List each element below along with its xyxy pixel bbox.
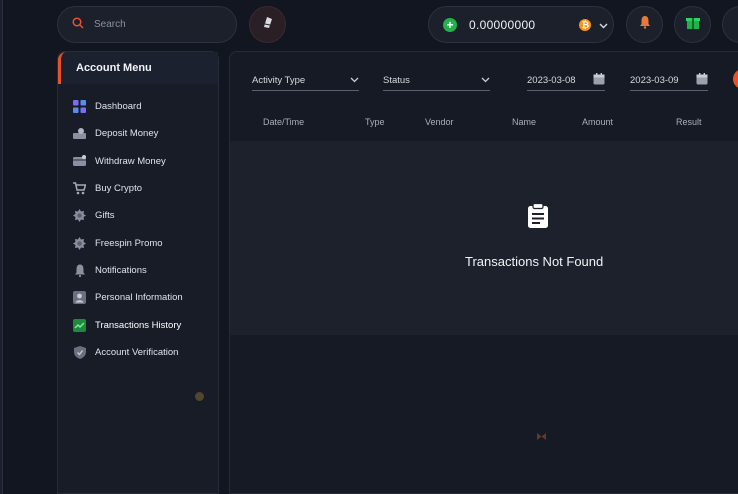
column-header: Type (365, 117, 385, 127)
date-to-field[interactable]: 2023-03-09 (630, 70, 708, 91)
sidebar-item-dashboard[interactable]: Dashboard (58, 93, 218, 120)
empty-message: Transactions Not Found (465, 254, 604, 269)
status-label: Status (383, 74, 410, 86)
status-select[interactable]: Status (383, 70, 490, 91)
sidebar-item-label: Notifications (95, 264, 147, 276)
chevron-down-icon[interactable] (599, 16, 608, 34)
date-from-value: 2023-03-08 (527, 74, 576, 86)
sidebar-item-account-verification[interactable]: Account Verification (58, 339, 218, 366)
account-sidebar: Account Menu Dashboard Deposit Money Wit… (57, 51, 219, 494)
promo-icon (262, 15, 274, 34)
deposit-plus-icon[interactable]: + (443, 17, 457, 32)
sidebar-item-label: Gifts (95, 210, 115, 222)
activity-type-label: Activity Type (252, 74, 306, 86)
extra-button[interactable] (722, 6, 738, 43)
promo-button[interactable] (249, 6, 286, 43)
deposit-icon (73, 127, 86, 140)
decorative-coin (195, 392, 204, 401)
withdraw-icon (73, 154, 86, 168)
date-from-field[interactable]: 2023-03-08 (527, 70, 605, 91)
date-to-value: 2023-03-09 (630, 74, 679, 86)
sidebar-item-label: Dashboard (95, 101, 142, 113)
column-header: Date/Time (263, 117, 305, 127)
sidebar-item-notifications[interactable]: Notifications (58, 257, 218, 284)
sidebar-item-label: Freespin Promo (95, 237, 163, 249)
promo-icon (73, 236, 86, 250)
sidebar-item-buy-crypto[interactable]: Buy Crypto (58, 175, 218, 202)
bell-icon (639, 15, 651, 34)
user-icon (73, 291, 86, 305)
empty-state: Transactions Not Found (230, 141, 738, 335)
sidebar-item-label: Buy Crypto (95, 183, 142, 195)
activity-type-select[interactable]: Activity Type (252, 70, 359, 91)
sidebar-item-label: Withdraw Money (95, 155, 166, 167)
sidebar-item-label: Deposit Money (95, 128, 159, 140)
dashboard-icon (73, 100, 86, 114)
gift-icon (73, 209, 86, 223)
balance-amount: 0.00000000 (469, 17, 536, 32)
sidebar-item-transactions-history[interactable]: Transactions History (58, 311, 218, 338)
column-header: Result (676, 117, 702, 127)
chevron-down-icon (481, 75, 490, 86)
sidebar-item-gifts[interactable]: Gifts (58, 202, 218, 229)
wallet-balance[interactable]: + 0.00000000 ₿ (428, 6, 614, 43)
search-box[interactable] (57, 6, 237, 43)
sidebar-item-freespin-promo[interactable]: Freespin Promo (58, 229, 218, 256)
account-menu: Dashboard Deposit Money Withdraw Money B… (58, 84, 218, 366)
column-header: Name (512, 117, 537, 127)
sidebar-item-label: Personal Information (95, 292, 183, 304)
sidebar-title: Account Menu (58, 52, 218, 84)
decorative-icon (537, 427, 546, 445)
transactions-icon (73, 318, 86, 332)
column-header: Vendor (425, 117, 454, 127)
calendar-icon[interactable] (696, 72, 708, 88)
column-header: Amount (582, 117, 614, 127)
clipboard-icon (527, 202, 549, 234)
bell-icon (73, 264, 86, 277)
bitcoin-icon: ₿ (579, 18, 592, 31)
notifications-button[interactable] (626, 6, 663, 43)
gift-button[interactable] (674, 6, 711, 43)
sidebar-item-personal-information[interactable]: Personal Information (58, 284, 218, 311)
sidebar-item-label: Account Verification (95, 346, 179, 358)
cart-icon (73, 182, 86, 195)
sidebar-item-withdraw[interactable]: Withdraw Money (58, 148, 218, 175)
sidebar-item-label: Transactions History (95, 319, 182, 331)
gift-icon (685, 14, 701, 35)
sidebar-item-deposit[interactable]: Deposit Money (58, 120, 218, 147)
left-rail (0, 0, 3, 494)
search-icon (72, 16, 84, 34)
calendar-icon[interactable] (593, 72, 605, 88)
shield-icon (73, 345, 86, 359)
transactions-panel: Activity Type Status 2023-03-08 2023-03-… (229, 51, 738, 494)
search-input[interactable] (94, 19, 224, 30)
search-filter-button[interactable] (733, 69, 738, 89)
table-header: Date/Time Type Vendor Name Amount Result (230, 114, 738, 130)
chevron-down-icon (350, 75, 359, 86)
